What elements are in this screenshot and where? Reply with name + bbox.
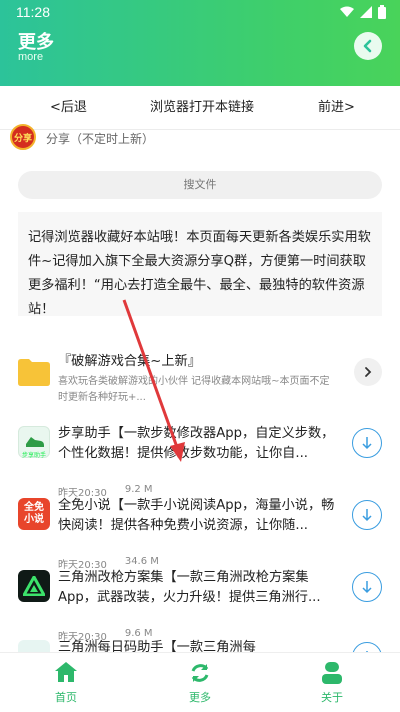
folder-icon (18, 359, 50, 386)
download-icon (362, 509, 372, 522)
search-input[interactable]: 搜文件 (18, 171, 382, 199)
share-row[interactable]: 分享 分享（不定时上新） (0, 118, 400, 160)
folder-row[interactable]: 『破解游戏合集~上新』 喜欢玩各类破解游戏的小伙伴 记得收藏本网站哦~本页面不定… (0, 344, 400, 414)
tab-more-label: 更多 (189, 691, 211, 704)
download-button[interactable] (352, 572, 382, 602)
item-name: 全免小说【一款手小说阅读App，海量小说，畅快阅读！提供各种免费小说资源，让你随… (58, 498, 335, 533)
triangle-logo-icon (23, 576, 45, 596)
share-logo-text: 分享 (13, 133, 32, 144)
tab-more[interactable]: 更多 (160, 653, 240, 712)
list-item[interactable]: 三角洲改枪方案集【一款三角洲改枪方案集App，武器改装，火力升级！提供三角洲行.… (0, 566, 400, 643)
page-subtitle: more (18, 51, 44, 63)
tab-home-label: 首页 (55, 691, 77, 704)
tab-about[interactable]: 关于 (292, 653, 372, 712)
app-icon-sanjiaozhou (18, 570, 50, 602)
download-button[interactable] (352, 500, 382, 530)
chevron-right-icon (365, 367, 372, 377)
chevron-left-icon (363, 39, 372, 53)
share-logo: 分享 (10, 124, 36, 150)
status-time: 11:28 (16, 4, 50, 20)
download-button[interactable] (352, 428, 382, 458)
folder-open-button[interactable] (354, 358, 382, 386)
item-name: 三角洲改枪方案集【一款三角洲改枪方案集App，武器改装，火力升级！提供三角洲行.… (58, 570, 321, 605)
home-icon (55, 662, 77, 682)
item-name: 步享助手【一款步数修改器App，自定义步数，个性化数据！提供修改步数功能，让你自… (58, 426, 335, 461)
header-back-button[interactable] (354, 32, 382, 60)
refresh-icon (191, 664, 209, 682)
folder-name: 『破解游戏合集~上新』 (58, 354, 201, 369)
app-header: 11:28 更多 more (0, 0, 400, 86)
status-bar: 11:28 (0, 0, 400, 24)
wifi-icon (340, 6, 354, 17)
app-icon-label: 步享助手 (21, 452, 46, 459)
tab-home[interactable]: 首页 (26, 653, 106, 712)
folder-desc: 喜欢玩各类破解游戏的小伙伴 记得收藏本网站哦~本页面不定时更新各种好玩+... (58, 376, 330, 403)
signal-icon (360, 6, 372, 18)
list-item[interactable]: 全免小说 全免小说【一款手小说阅读App，海量小说，畅快阅读！提供各种免费小说资… (0, 494, 400, 571)
download-icon (362, 437, 372, 450)
notice-text: 记得浏览器收藏好本站哦！本页面每天更新各类娱乐实用软件~记得加入旗下全最大资源分… (18, 212, 382, 316)
user-icon (322, 662, 342, 684)
tab-about-label: 关于 (321, 691, 343, 704)
share-label: 分享（不定时上新） (46, 132, 155, 146)
app-icon-label: 全免小说 (24, 502, 44, 525)
bottom-tab-bar: 首页 更多 关于 (0, 652, 400, 712)
status-icons (340, 5, 386, 19)
battery-icon (378, 5, 386, 19)
download-icon (362, 581, 372, 594)
list-item[interactable]: 步享助手 步享助手【一款步数修改器App，自定义步数，个性化数据！提供修改步数功… (0, 422, 400, 499)
app-icon-quanmian: 全免小说 (18, 498, 50, 530)
